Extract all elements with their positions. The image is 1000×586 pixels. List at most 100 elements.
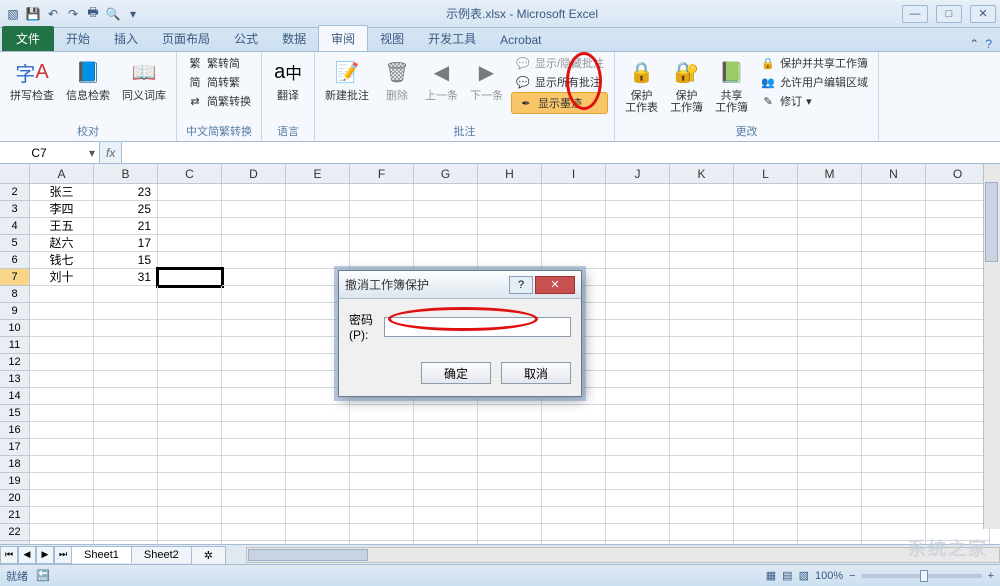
new-sheet-button[interactable]: ✲ bbox=[191, 546, 226, 564]
next-comment-button[interactable]: ▶下一条 bbox=[466, 54, 507, 104]
cell[interactable] bbox=[222, 490, 286, 507]
new-comment-button[interactable]: 📝新建批注 bbox=[321, 54, 373, 104]
cell[interactable] bbox=[606, 337, 670, 354]
cell[interactable] bbox=[478, 405, 542, 422]
cell[interactable] bbox=[670, 184, 734, 201]
cell[interactable] bbox=[798, 541, 862, 544]
tab-developer[interactable]: 开发工具 bbox=[416, 26, 488, 51]
simp-to-trad-button[interactable]: 简简转繁 bbox=[183, 73, 255, 91]
cell[interactable] bbox=[926, 286, 990, 303]
spellcheck-button[interactable]: 字A拼写检查 bbox=[6, 54, 58, 104]
cell[interactable] bbox=[94, 422, 158, 439]
cell[interactable] bbox=[926, 201, 990, 218]
cell[interactable] bbox=[798, 201, 862, 218]
cancel-button[interactable]: 取消 bbox=[501, 362, 571, 384]
cell[interactable] bbox=[158, 507, 222, 524]
cell[interactable] bbox=[222, 286, 286, 303]
tab-home[interactable]: 开始 bbox=[54, 26, 102, 51]
row-header[interactable]: 9 bbox=[0, 303, 30, 320]
cell[interactable] bbox=[734, 388, 798, 405]
cell[interactable] bbox=[158, 303, 222, 320]
sheet-nav-prev[interactable]: ◀ bbox=[18, 546, 36, 564]
cell[interactable] bbox=[670, 388, 734, 405]
cell[interactable] bbox=[158, 388, 222, 405]
sheet-tab-2[interactable]: Sheet2 bbox=[131, 546, 192, 563]
showall-comments-button[interactable]: 💬显示所有批注 bbox=[511, 73, 608, 91]
cell[interactable] bbox=[670, 507, 734, 524]
cell[interactable] bbox=[542, 235, 606, 252]
track-changes-button[interactable]: ✎修订 ▾ bbox=[756, 92, 872, 110]
name-box-dropdown-icon[interactable]: ▾ bbox=[89, 146, 95, 160]
delete-comment-button[interactable]: 🗑删除 bbox=[377, 54, 417, 104]
row-header[interactable]: 5 bbox=[0, 235, 30, 252]
row-header[interactable]: 14 bbox=[0, 388, 30, 405]
cell[interactable] bbox=[862, 320, 926, 337]
cell[interactable] bbox=[222, 507, 286, 524]
cell[interactable] bbox=[414, 422, 478, 439]
cell[interactable] bbox=[670, 456, 734, 473]
research-button[interactable]: 📘信息检索 bbox=[62, 54, 114, 104]
zoom-out-button[interactable]: − bbox=[849, 570, 855, 582]
cell[interactable] bbox=[926, 303, 990, 320]
cell[interactable]: 23 bbox=[94, 184, 158, 201]
cell[interactable] bbox=[414, 235, 478, 252]
cell[interactable] bbox=[606, 405, 670, 422]
cell[interactable] bbox=[158, 524, 222, 541]
cell[interactable] bbox=[30, 354, 94, 371]
cell[interactable]: 31 bbox=[94, 269, 158, 286]
cell[interactable] bbox=[606, 439, 670, 456]
cell[interactable] bbox=[606, 320, 670, 337]
protect-share-button[interactable]: 🔒保护并共享工作簿 bbox=[756, 54, 872, 72]
cell[interactable] bbox=[734, 456, 798, 473]
cell[interactable] bbox=[926, 388, 990, 405]
cell[interactable] bbox=[286, 473, 350, 490]
cell[interactable] bbox=[158, 405, 222, 422]
cell[interactable] bbox=[222, 269, 286, 286]
cell[interactable] bbox=[606, 235, 670, 252]
cell[interactable] bbox=[158, 252, 222, 269]
cell[interactable] bbox=[158, 541, 222, 544]
cell[interactable] bbox=[350, 235, 414, 252]
cell[interactable] bbox=[158, 286, 222, 303]
column-header[interactable]: I bbox=[542, 164, 606, 183]
cell[interactable] bbox=[158, 439, 222, 456]
cell[interactable] bbox=[606, 388, 670, 405]
cell[interactable] bbox=[478, 235, 542, 252]
cell[interactable] bbox=[798, 218, 862, 235]
column-header[interactable]: D bbox=[222, 164, 286, 183]
cell[interactable] bbox=[606, 371, 670, 388]
cell[interactable] bbox=[414, 439, 478, 456]
cell[interactable] bbox=[94, 371, 158, 388]
cell[interactable] bbox=[286, 422, 350, 439]
cell[interactable] bbox=[222, 252, 286, 269]
cell[interactable] bbox=[734, 490, 798, 507]
cell[interactable] bbox=[862, 235, 926, 252]
cell[interactable] bbox=[862, 286, 926, 303]
cell[interactable]: 25 bbox=[94, 201, 158, 218]
cell[interactable] bbox=[606, 473, 670, 490]
cell[interactable] bbox=[478, 422, 542, 439]
cell[interactable] bbox=[798, 269, 862, 286]
column-header[interactable]: M bbox=[798, 164, 862, 183]
maximize-button[interactable]: □ bbox=[936, 5, 962, 23]
tab-acrobat[interactable]: Acrobat bbox=[488, 29, 553, 51]
cell[interactable] bbox=[222, 354, 286, 371]
cell[interactable] bbox=[350, 184, 414, 201]
cell[interactable] bbox=[734, 405, 798, 422]
cell[interactable] bbox=[350, 252, 414, 269]
cell[interactable]: 15 bbox=[94, 252, 158, 269]
cell[interactable] bbox=[670, 337, 734, 354]
cell[interactable] bbox=[350, 473, 414, 490]
cell[interactable] bbox=[414, 524, 478, 541]
cell[interactable] bbox=[414, 490, 478, 507]
cell[interactable] bbox=[222, 541, 286, 544]
cell[interactable] bbox=[798, 354, 862, 371]
cell[interactable] bbox=[94, 541, 158, 544]
cell[interactable] bbox=[798, 405, 862, 422]
password-input[interactable] bbox=[384, 317, 571, 337]
cell[interactable] bbox=[798, 303, 862, 320]
cell[interactable]: 21 bbox=[94, 218, 158, 235]
cell[interactable] bbox=[734, 184, 798, 201]
cell[interactable] bbox=[862, 218, 926, 235]
row-header[interactable]: 11 bbox=[0, 337, 30, 354]
